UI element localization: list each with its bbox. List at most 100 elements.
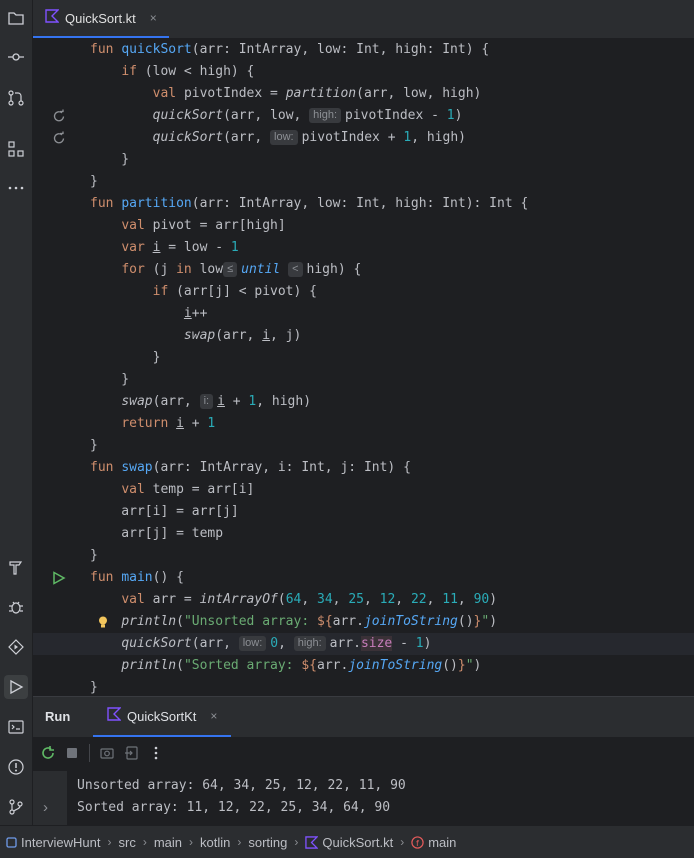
run-panel-header: Run QuickSortKt × <box>33 697 694 737</box>
code-token: fun <box>90 570 122 585</box>
breadcrumb-item[interactable]: f main <box>411 835 456 850</box>
code-line: } <box>33 149 694 171</box>
code-token: arr[j] = temp <box>90 526 224 541</box>
code-line: val arr = intArrayOf(64, 34, 25, 12, 22,… <box>33 589 694 611</box>
code-text: for (j in low ≤ until < high) { <box>90 259 361 281</box>
code-token: 90 <box>473 592 490 607</box>
run-icon[interactable] <box>51 570 67 586</box>
code-line: quickSort(arr, low: 0, high: arr.size - 1) <box>33 633 694 655</box>
breadcrumb-item[interactable]: src <box>118 835 135 850</box>
inlay-hint: ≤ <box>223 262 238 277</box>
code-editor[interactable]: fun quickSort (arr: IntArray, low: Int, h… <box>33 39 694 696</box>
breadcrumb-label: main <box>153 834 183 850</box>
function-icon: f <box>411 835 424 849</box>
breadcrumb-item[interactable]: main <box>154 835 182 850</box>
code-token: (arr, low, <box>223 108 310 123</box>
code-token: } <box>457 658 466 673</box>
build-hammer-icon[interactable] <box>4 555 28 579</box>
services-icon[interactable] <box>4 635 28 659</box>
pull-requests-icon[interactable] <box>4 86 28 110</box>
code-token: fun <box>90 460 122 475</box>
expand-arrow-icon[interactable]: › <box>43 799 48 816</box>
recursive-call-icon[interactable] <box>51 108 67 124</box>
code-token: (arr[j] < pivot) { <box>176 284 317 299</box>
code-token: (low < high) { <box>144 64 255 79</box>
editor-tab-quicksort[interactable]: QuickSort.kt × <box>33 0 169 38</box>
structure-icon[interactable] <box>4 137 28 161</box>
code-text: fun main() { <box>90 567 184 589</box>
code-token: swap <box>121 460 153 475</box>
code-token: (arr, <box>191 636 239 651</box>
terminal-icon[interactable] <box>4 715 28 739</box>
code-token: swap <box>121 394 153 409</box>
inlay-hint: < <box>288 262 303 277</box>
code-text: } <box>90 435 98 457</box>
code-text: val pivot = arr[high] <box>90 215 285 237</box>
breadcrumb-item[interactable]: QuickSort.kt <box>305 835 393 850</box>
code-text: println("Sorted array: ${arr.joinToStrin… <box>90 655 481 677</box>
debug-bug-icon[interactable] <box>4 595 28 619</box>
code-line: for (j in low ≤ until < high) { <box>33 259 694 281</box>
breadcrumb-label: kotlin <box>200 834 231 850</box>
more-options-icon[interactable] <box>145 741 167 765</box>
code-token: until <box>241 262 289 277</box>
code-token: (arr, <box>215 328 263 343</box>
code-token: (arr, <box>223 130 271 145</box>
stop-icon[interactable] <box>61 741 83 765</box>
intention-bulb-icon[interactable] <box>95 614 111 630</box>
run-tool-icon[interactable] <box>4 675 28 699</box>
code-token: , <box>332 592 349 607</box>
code-line: fun swap(arr: IntArray, i: Int, j: Int) … <box>33 457 694 479</box>
breadcrumb-item[interactable]: sorting <box>248 835 287 850</box>
code-line: i++ <box>33 303 694 325</box>
code-token: } <box>90 350 161 365</box>
version-control-icon[interactable] <box>4 795 28 819</box>
code-line: var i = low - 1 <box>33 237 694 259</box>
code-token: " <box>465 658 474 673</box>
code-text: val temp = arr[i] <box>90 479 254 501</box>
breadcrumb-item[interactable]: kotlin <box>200 835 230 850</box>
code-line: } <box>33 435 694 457</box>
breadcrumb-separator: › <box>294 835 299 849</box>
rerun-icon[interactable] <box>37 741 59 765</box>
code-token: 1 <box>207 416 216 431</box>
exit-icon[interactable] <box>121 741 143 765</box>
code-text: } <box>90 545 98 567</box>
code-token: } <box>90 680 98 695</box>
console-output[interactable]: › Unsorted array: 64, 34, 25, 12, 22, 11… <box>33 771 694 826</box>
code-line: arr[i] = arr[j] <box>33 501 694 523</box>
code-text: swap(arr, i, j) <box>90 325 301 347</box>
code-token: arr. <box>317 658 349 673</box>
breadcrumb-item[interactable]: InterviewHunt <box>6 835 100 850</box>
project-folder-icon[interactable] <box>4 6 28 30</box>
code-token: , <box>426 592 443 607</box>
recursive-call-icon[interactable] <box>51 130 67 146</box>
commit-icon[interactable] <box>4 45 28 69</box>
code-token: - <box>392 636 416 651</box>
code-token: ) <box>489 614 498 629</box>
code-token: 25 <box>348 592 364 607</box>
code-token: "Sorted array: <box>183 658 302 673</box>
run-config-tab[interactable]: QuickSortKt × <box>93 697 232 737</box>
code-token: (arr: IntArray, low: Int, high: Int): In… <box>191 196 529 211</box>
code-token: = low - <box>160 240 231 255</box>
close-run-tab-icon[interactable]: × <box>210 709 217 723</box>
code-token: var <box>121 240 153 255</box>
code-line: } <box>33 171 694 193</box>
problems-icon[interactable] <box>4 755 28 779</box>
camera-icon[interactable] <box>96 741 118 765</box>
tool-window-strip <box>0 0 33 857</box>
code-token: quickSort <box>121 42 192 57</box>
inlay-hint: low: <box>270 130 298 145</box>
close-tab-icon[interactable]: × <box>150 11 157 25</box>
code-text: quickSort(arr, low, high: pivotIndex - 1) <box>90 105 462 127</box>
code-token: ) <box>454 108 463 123</box>
run-toolbar <box>33 738 167 768</box>
more-tools-icon[interactable] <box>4 176 28 200</box>
